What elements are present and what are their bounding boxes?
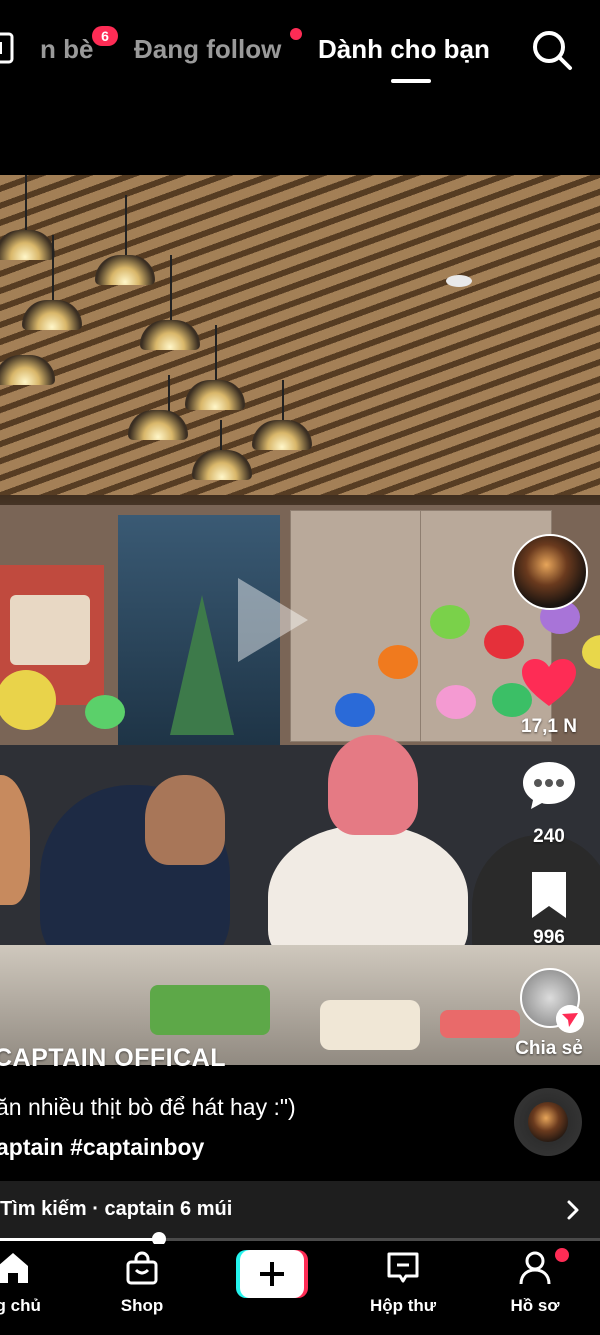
video-hashtags[interactable]: aptain #captainboy [0, 1134, 204, 1161]
nav-inbox-label: Hộp thư [369, 1296, 437, 1315]
nav-home-label: ng chủ [0, 1296, 41, 1315]
balloon [430, 605, 470, 639]
poster-image [10, 595, 90, 665]
nav-home[interactable]: ng chủ [0, 1250, 68, 1316]
christmas-tree [170, 595, 234, 735]
dish [320, 1000, 420, 1050]
plant-bowl [150, 985, 270, 1035]
ceiling-light [446, 275, 472, 287]
heart-icon[interactable] [520, 658, 578, 708]
dish [440, 1010, 520, 1038]
inbox-icon [387, 1252, 419, 1283]
balloon [335, 693, 375, 727]
nav-profile[interactable]: Hồ sơ [480, 1250, 590, 1316]
tab-friends[interactable]: n bè [40, 34, 93, 65]
balloon [85, 695, 125, 729]
friends-badge: 6 [92, 26, 118, 46]
like-count: 17,1 N [521, 716, 577, 737]
lamp-cord [125, 195, 127, 260]
music-disc-cover [528, 1102, 568, 1142]
lamp-cord [52, 235, 54, 305]
person-head [145, 775, 225, 865]
tab-for-you[interactable]: Dành cho bạn [318, 34, 490, 65]
person-icon [519, 1251, 551, 1285]
share-label[interactable]: Chia sẻ [505, 1038, 593, 1060]
plus-icon [260, 1262, 284, 1286]
nav-shop[interactable]: Shop [87, 1250, 197, 1316]
tab-following[interactable]: Đang follow [134, 34, 281, 65]
active-tab-indicator [391, 79, 431, 83]
profile-notification-dot [555, 1248, 569, 1262]
nav-inbox[interactable]: Hộp thư [348, 1250, 458, 1316]
share-icon[interactable] [556, 1005, 584, 1033]
comment-count: 240 [533, 826, 565, 847]
lamp-cord [168, 375, 170, 415]
shopping-bag-icon [126, 1251, 158, 1285]
comment-icon[interactable] [520, 760, 578, 810]
person-head [328, 735, 418, 835]
balloon [436, 685, 476, 719]
nav-shop-label: Shop [120, 1296, 164, 1315]
bookmark-icon[interactable] [520, 870, 578, 920]
video-caption: ăn nhiều thịt bò để hát hay :") [0, 1094, 296, 1120]
play-icon[interactable] [238, 578, 308, 662]
create-button[interactable] [236, 1250, 308, 1298]
balloon [484, 625, 524, 659]
balloon [378, 645, 418, 679]
lamp-cord [25, 175, 27, 235]
progress-fill [0, 1238, 159, 1241]
chevron-right-icon[interactable] [562, 1199, 584, 1221]
author-name[interactable]: CAPTAIN OFFICAL [0, 1044, 226, 1073]
creator-avatar[interactable] [512, 534, 588, 610]
save-count: 996 [533, 927, 565, 948]
nav-profile-label: Hồ sơ [510, 1296, 560, 1315]
home-icon [0, 1253, 28, 1283]
lamp-cord [170, 255, 172, 325]
lamp-cord [215, 325, 217, 385]
live-icon[interactable] [0, 30, 14, 66]
search-suggestion-text[interactable]: Tìm kiếm · captain 6 múi [0, 1198, 232, 1221]
search-icon[interactable] [530, 28, 574, 72]
following-notification-dot [290, 28, 302, 40]
lamp-cord [282, 380, 284, 425]
